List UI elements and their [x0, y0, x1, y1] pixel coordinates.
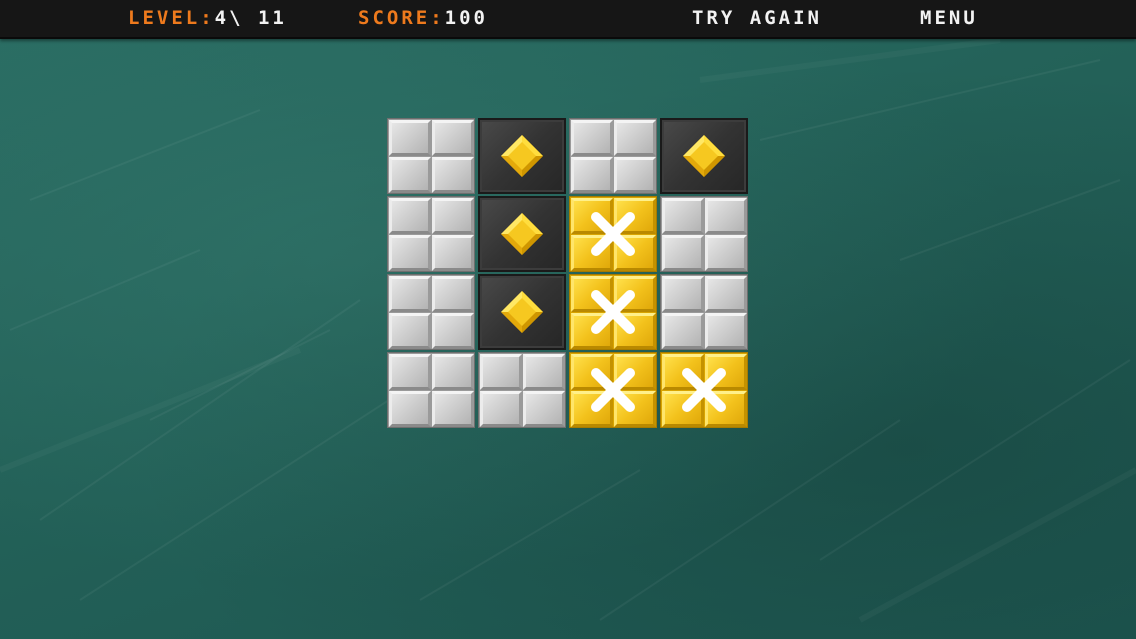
brick-segment	[614, 120, 656, 156]
gem-diamond-icon	[499, 289, 545, 335]
brick-segment	[705, 235, 747, 271]
level-display: LEVEL:4\ 11	[128, 6, 287, 30]
game-screen: LEVEL:4\ 11 SCORE:100 TRY AGAIN MENU	[0, 0, 1136, 639]
brick-segment	[389, 276, 431, 312]
try-again-button[interactable]: TRY AGAIN	[692, 6, 822, 30]
gem-tile[interactable]	[660, 118, 748, 194]
gray-block-tile[interactable]	[660, 196, 748, 272]
level-label: LEVEL:	[128, 7, 215, 29]
x-mark-icon	[587, 364, 639, 416]
brick-segment	[705, 198, 747, 234]
brick-segment	[523, 354, 565, 390]
marked-tile[interactable]	[660, 352, 748, 428]
brick-segment	[571, 120, 613, 156]
gem-tile[interactable]	[478, 118, 566, 194]
brick-segment	[389, 354, 431, 390]
marked-tile[interactable]	[569, 196, 657, 272]
brick-segment	[389, 235, 431, 271]
brick-segment	[432, 391, 474, 427]
score-label: SCORE:	[358, 7, 445, 29]
brick-segment	[662, 235, 704, 271]
brick-segment	[389, 391, 431, 427]
brick-segment	[389, 120, 431, 156]
x-mark-icon	[587, 208, 639, 260]
marked-tile[interactable]	[569, 352, 657, 428]
brick-segment	[480, 354, 522, 390]
score-value: 100	[444, 7, 488, 29]
gem-tile[interactable]	[478, 196, 566, 272]
brick-segment	[432, 354, 474, 390]
brick-segment	[432, 235, 474, 271]
gray-block-tile[interactable]	[387, 196, 475, 272]
brick-segment	[571, 157, 613, 193]
brick-segment	[662, 198, 704, 234]
gem-tile[interactable]	[478, 274, 566, 350]
brick-segment	[432, 120, 474, 156]
marked-tile[interactable]	[569, 274, 657, 350]
brick-segment	[705, 276, 747, 312]
gray-block-tile[interactable]	[387, 118, 475, 194]
brick-segment	[432, 198, 474, 234]
brick-segment	[432, 313, 474, 349]
score-display: SCORE:100	[358, 6, 488, 30]
gem-diamond-icon	[499, 133, 545, 179]
gray-block-tile[interactable]	[569, 118, 657, 194]
brick-segment	[523, 391, 565, 427]
brick-segment	[389, 198, 431, 234]
gem-diamond-icon	[681, 133, 727, 179]
gray-block-tile[interactable]	[660, 274, 748, 350]
gray-block-tile[interactable]	[387, 274, 475, 350]
x-mark-icon	[678, 364, 730, 416]
gray-block-tile[interactable]	[478, 352, 566, 428]
x-mark-icon	[587, 286, 639, 338]
brick-segment	[705, 313, 747, 349]
brick-segment	[614, 157, 656, 193]
level-value: 4\ 11	[214, 7, 287, 29]
brick-segment	[662, 276, 704, 312]
brick-segment	[389, 157, 431, 193]
brick-segment	[480, 391, 522, 427]
gem-diamond-icon	[499, 211, 545, 257]
menu-button[interactable]: MENU	[920, 6, 978, 30]
puzzle-grid	[387, 118, 751, 430]
brick-segment	[389, 313, 431, 349]
brick-segment	[662, 313, 704, 349]
brick-segment	[432, 157, 474, 193]
brick-segment	[432, 276, 474, 312]
top-bar: LEVEL:4\ 11 SCORE:100 TRY AGAIN MENU	[0, 0, 1136, 39]
gray-block-tile[interactable]	[387, 352, 475, 428]
